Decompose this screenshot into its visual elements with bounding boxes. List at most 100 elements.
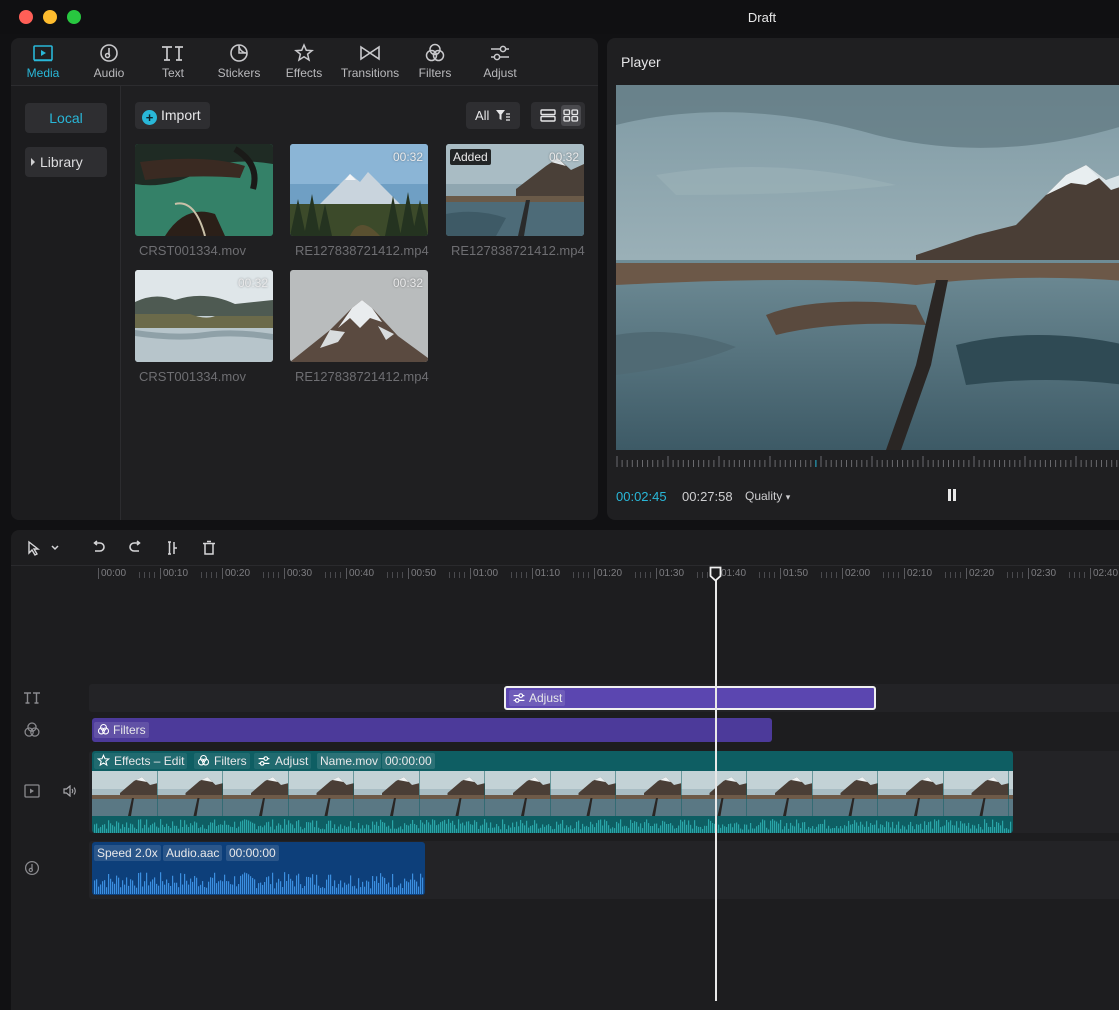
waveform-bar	[816, 826, 818, 833]
waveform-bar	[570, 825, 572, 833]
waveform-bar	[776, 821, 778, 833]
waveform-bar	[428, 822, 430, 833]
waveform-bar	[200, 884, 202, 894]
timeline-ruler[interactable]: 00:00 00:10 00:20 00:30 00:40 00:50 01:00 01:10…	[11, 566, 1119, 586]
waveform-bar	[98, 828, 100, 833]
waveform-bar	[122, 824, 124, 833]
tab-audio-label: Audio	[93, 66, 125, 80]
player-preview[interactable]	[616, 85, 1119, 450]
waveform-bar	[346, 827, 348, 833]
waveform-bar	[424, 824, 426, 833]
ruler-minor-tick	[764, 572, 765, 578]
waveform-bar	[412, 873, 414, 894]
sidebar-item-library[interactable]: Library	[25, 147, 107, 177]
waveform-bar	[646, 819, 648, 833]
ruler-minor-tick	[583, 572, 584, 578]
waveform-bar	[318, 885, 320, 894]
waveform-bar	[652, 825, 654, 833]
delete-button[interactable]	[199, 539, 219, 557]
playhead-handle[interactable]	[709, 566, 722, 582]
waveform-bar	[268, 876, 270, 894]
import-button[interactable]: + Import	[135, 102, 210, 129]
waveform-bar	[810, 828, 812, 833]
media-thumbnail[interactable]: 00:32	[290, 144, 428, 236]
waveform-bar	[540, 827, 542, 833]
waveform-bar	[598, 820, 600, 833]
ruler-tick-label: 00:10	[160, 568, 188, 579]
waveform-bar	[230, 884, 232, 894]
filter-all-button[interactable]: All	[466, 102, 520, 129]
select-tool-button[interactable]	[24, 539, 44, 557]
waveform-bar	[320, 829, 322, 833]
ruler-tick-label: 01:40	[718, 568, 746, 579]
waveform-bar	[582, 823, 584, 833]
scrubber-ticks	[616, 456, 1118, 467]
audio-clip[interactable]: Speed 2.0x Audio.aac 00:00:00	[92, 842, 425, 895]
video-clip[interactable]: Effects – Edit Filters Adjust Name.mov 0…	[92, 751, 1013, 833]
media-thumbnail[interactable]: 00:32	[135, 270, 273, 362]
media-thumbnail[interactable]: 00:32	[290, 270, 428, 362]
filters-clip[interactable]: Filters	[92, 718, 772, 742]
waveform-bar	[594, 827, 596, 833]
tab-media[interactable]: Media	[21, 40, 65, 84]
waveform-bar	[920, 823, 922, 833]
waveform-bar	[760, 822, 762, 833]
adjust-clip[interactable]: Adjust	[504, 686, 876, 710]
waveform-bar	[370, 888, 372, 894]
ruler-minor-tick	[340, 572, 341, 578]
tab-effects[interactable]: Effects	[282, 40, 326, 84]
waveform-bar	[742, 829, 744, 833]
waveform-bar	[332, 886, 334, 894]
tab-filters[interactable]: Filters	[413, 40, 457, 84]
preview-scrubber[interactable]	[616, 454, 1119, 470]
waveform-bar	[184, 873, 186, 894]
waveform-bar	[116, 821, 118, 833]
list-view-icon[interactable]	[540, 109, 556, 122]
waveform-bar	[656, 823, 658, 833]
waveform-bar	[738, 824, 740, 833]
split-button[interactable]	[162, 539, 182, 557]
grid-view-button[interactable]	[561, 105, 581, 126]
tab-text[interactable]: Text	[151, 40, 195, 84]
waveform-bar	[398, 885, 400, 894]
filmstrip-frame	[288, 771, 355, 816]
tab-adjust[interactable]: Adjust	[478, 40, 522, 84]
waveform-bar	[268, 821, 270, 833]
media-thumbnail[interactable]: Added 00:32	[446, 144, 584, 236]
tab-audio[interactable]: Audio	[87, 40, 131, 84]
waveform-bar	[230, 826, 232, 833]
waveform-bar	[790, 822, 792, 833]
waveform-bar	[212, 877, 214, 894]
waveform-bar	[934, 819, 936, 833]
tab-transitions[interactable]: Transitions	[339, 40, 401, 84]
mute-toggle[interactable]	[60, 781, 80, 801]
quality-dropdown[interactable]: Quality ▾	[745, 489, 790, 503]
waveform-bar	[350, 875, 352, 894]
waveform-bar	[612, 827, 614, 833]
waveform-bar	[980, 826, 982, 833]
waveform-bar	[298, 820, 300, 833]
waveform-bar	[152, 823, 154, 833]
redo-button[interactable]	[125, 539, 145, 557]
waveform-bar	[352, 886, 354, 894]
waveform-bar	[524, 825, 526, 833]
select-tool-dropdown[interactable]	[48, 539, 62, 557]
waveform-bar	[108, 873, 110, 894]
added-badge: Added	[450, 149, 491, 165]
waveform-bar	[118, 822, 120, 833]
waveform-bar	[676, 828, 678, 833]
sidebar-item-local[interactable]: Local	[25, 103, 107, 133]
waveform-bar	[592, 824, 594, 833]
tab-stickers[interactable]: Stickers	[214, 40, 264, 84]
waveform-bar	[788, 828, 790, 833]
waveform-bar	[484, 819, 486, 833]
undo-button[interactable]	[89, 539, 109, 557]
waveform-bar	[590, 821, 592, 833]
waveform-bar	[530, 825, 532, 833]
pause-button[interactable]	[947, 489, 957, 501]
waveform-bar	[454, 824, 456, 833]
media-thumbnail[interactable]	[135, 144, 273, 236]
waveform-bar	[946, 819, 948, 833]
pause-icon	[948, 489, 956, 501]
ruler-minor-tick	[449, 572, 450, 578]
